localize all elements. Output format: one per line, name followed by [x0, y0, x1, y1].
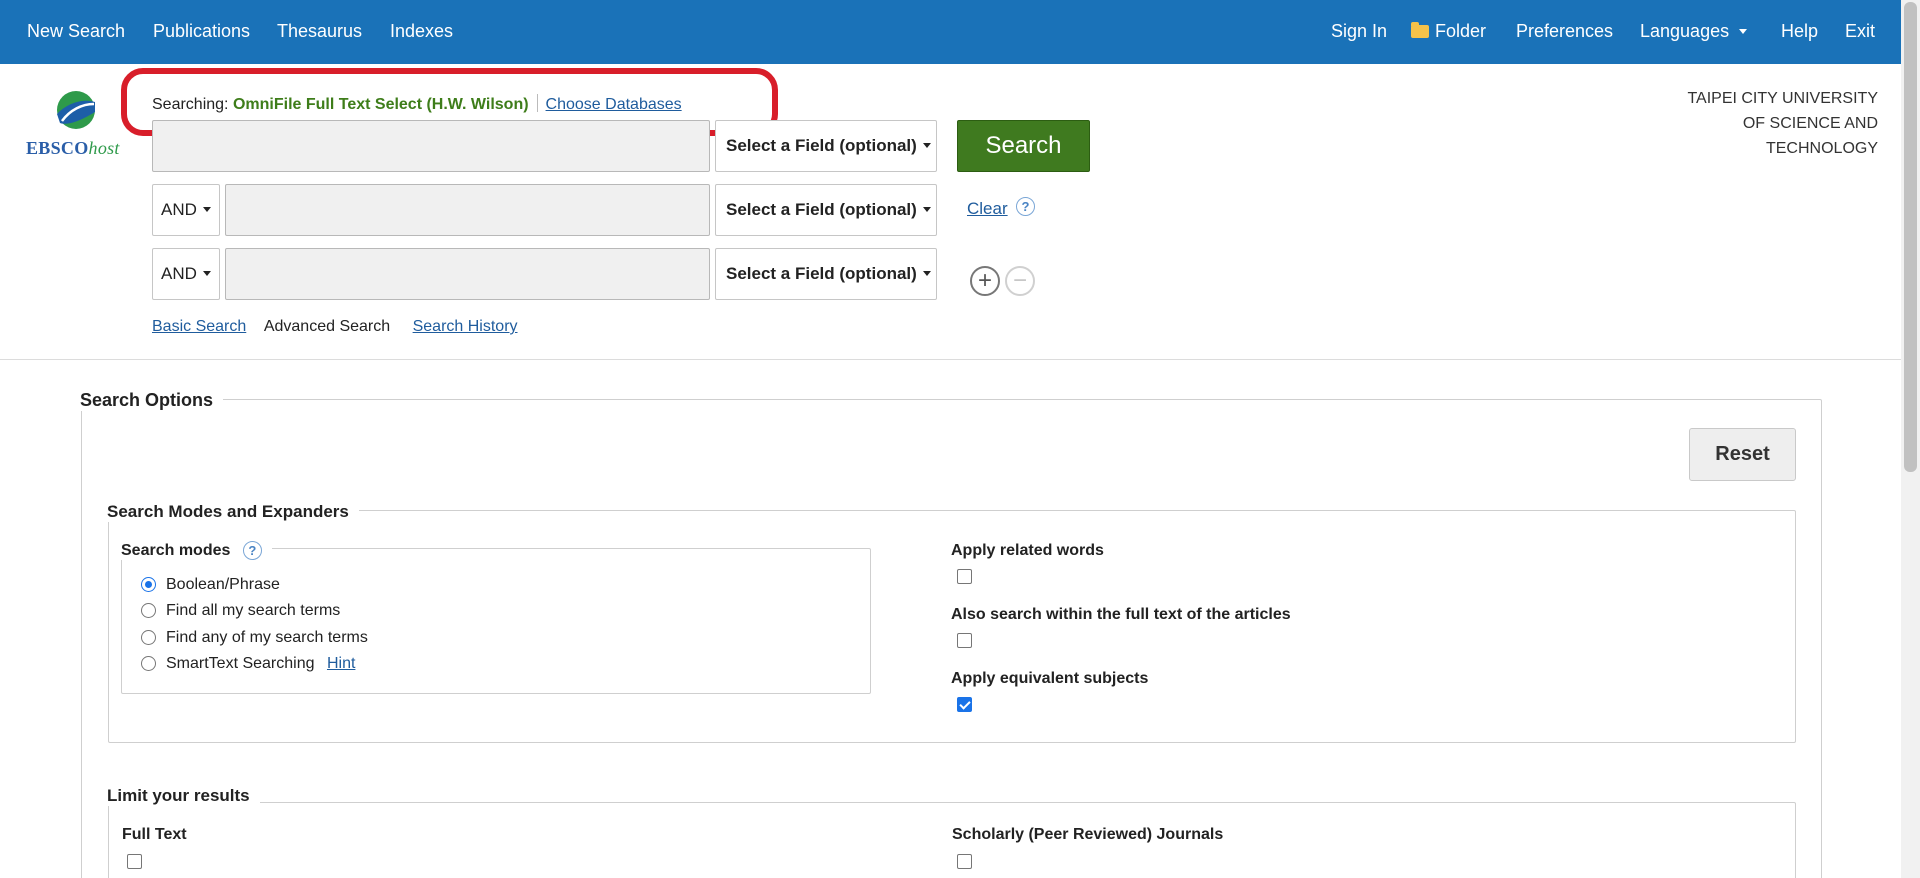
nav-folder[interactable]: Folder: [1411, 21, 1486, 42]
clear-link[interactable]: Clear: [967, 199, 1008, 219]
nav-languages-label: Languages: [1640, 21, 1730, 41]
nav-new-search[interactable]: New Search: [27, 21, 125, 42]
add-row-icon[interactable]: +: [970, 266, 1000, 296]
mode-find-all[interactable]: Find all my search terms: [141, 602, 340, 620]
mode-smarttext[interactable]: SmartText Searching Hint: [141, 655, 355, 673]
radio-icon: [141, 630, 156, 645]
limit-label: Scholarly (Peer Reviewed) Journals: [952, 826, 1224, 843]
operator-select-2[interactable]: AND: [152, 184, 220, 236]
scrollbar-thumb[interactable]: [1904, 2, 1917, 472]
search-modes-label: Search modes: [121, 542, 231, 559]
folder-icon: [1411, 22, 1429, 38]
field-select-label: Select a Field (optional): [726, 136, 917, 155]
remove-row-icon[interactable]: −: [1005, 266, 1035, 296]
search-input-1[interactable]: [152, 120, 710, 172]
mode-find-any[interactable]: Find any of my search terms: [141, 629, 368, 647]
chevron-down-icon: [1739, 29, 1748, 34]
nav-languages[interactable]: Languages: [1640, 21, 1748, 42]
nav-help[interactable]: Help: [1781, 21, 1818, 42]
institution-line: TECHNOLOGY: [1765, 140, 1878, 157]
search-modes-expanders-title: Search Modes and Expanders: [107, 502, 359, 522]
search-input-3[interactable]: [225, 248, 710, 300]
field-select-label: Select a Field (optional): [726, 264, 917, 283]
nav-exit[interactable]: Exit: [1845, 21, 1875, 42]
nav-publications[interactable]: Publications: [153, 21, 250, 42]
limit-label: Full Text: [122, 826, 187, 843]
nav-thesaurus[interactable]: Thesaurus: [277, 21, 362, 42]
advanced-search-current: Advanced Search: [263, 318, 391, 335]
field-select-2[interactable]: Select a Field (optional): [715, 184, 937, 236]
chevron-down-icon: [202, 207, 211, 212]
radio-icon: [141, 656, 156, 671]
mode-label: SmartText Searching: [166, 655, 315, 672]
operator-label: AND: [161, 200, 197, 219]
mode-boolean-phrase[interactable]: Boolean/Phrase: [141, 576, 280, 594]
ebscohost-logo[interactable]: EBSCOhost: [26, 138, 120, 159]
search-type-links: Basic Search Advanced Search Search Hist…: [152, 318, 518, 336]
expander-label: Also search within the full text of the …: [951, 606, 1291, 623]
help-icon[interactable]: ?: [242, 541, 262, 560]
section-divider: [0, 359, 1901, 360]
reset-button[interactable]: Reset: [1689, 428, 1796, 481]
full-text-checkbox[interactable]: [127, 854, 142, 869]
search-options-title: Search Options: [80, 390, 224, 411]
mode-label: Find any of my search terms: [166, 629, 368, 646]
chevron-down-icon: [922, 207, 931, 212]
field-select-label: Select a Field (optional): [726, 200, 917, 219]
nav-folder-label: Folder: [1435, 21, 1487, 41]
chevron-down-icon: [922, 143, 931, 148]
institution-line: TAIPEI CITY UNIVERSITY: [1687, 90, 1878, 107]
logo-brand: EBSCO: [26, 138, 89, 158]
expander-label: Apply related words: [951, 542, 1104, 559]
expander-label: Apply equivalent subjects: [951, 670, 1149, 687]
operator-select-3[interactable]: AND: [152, 248, 220, 300]
search-button[interactable]: Search: [957, 120, 1090, 172]
hint-link[interactable]: Hint: [327, 655, 355, 672]
ebsco-logo-icon: [57, 91, 95, 129]
apply-related-words-checkbox[interactable]: [957, 569, 972, 584]
chevron-down-icon: [202, 271, 211, 276]
chevron-down-icon: [922, 271, 931, 276]
apply-equivalent-subjects-checkbox[interactable]: [957, 697, 972, 712]
nav-indexes[interactable]: Indexes: [390, 21, 453, 42]
logo-suffix: host: [88, 138, 120, 158]
radio-selected-icon: [141, 577, 156, 592]
mode-label: Boolean/Phrase: [166, 576, 280, 593]
operator-label: AND: [161, 264, 197, 283]
mode-label: Find all my search terms: [166, 602, 341, 619]
institution-name: TAIPEI CITY UNIVERSITY OF SCIENCE AND TE…: [1676, 86, 1878, 161]
search-input-2[interactable]: [225, 184, 710, 236]
scholarly-journals-checkbox[interactable]: [957, 854, 972, 869]
help-icon[interactable]: ?: [1016, 197, 1035, 216]
institution-line: OF SCIENCE AND: [1742, 115, 1878, 132]
search-modes-title: Search modes ?: [121, 541, 272, 560]
field-select-1[interactable]: Select a Field (optional): [715, 120, 937, 172]
field-select-3[interactable]: Select a Field (optional): [715, 248, 937, 300]
search-full-text-checkbox[interactable]: [957, 633, 972, 648]
basic-search-link[interactable]: Basic Search: [152, 318, 246, 335]
nav-preferences[interactable]: Preferences: [1516, 21, 1613, 42]
limit-results-title: Limit your results: [107, 786, 260, 806]
top-nav-bar: New Search Publications Thesaurus Indexe…: [0, 0, 1901, 64]
radio-icon: [141, 603, 156, 618]
nav-sign-in[interactable]: Sign In: [1331, 21, 1387, 42]
search-history-link[interactable]: Search History: [413, 318, 518, 335]
